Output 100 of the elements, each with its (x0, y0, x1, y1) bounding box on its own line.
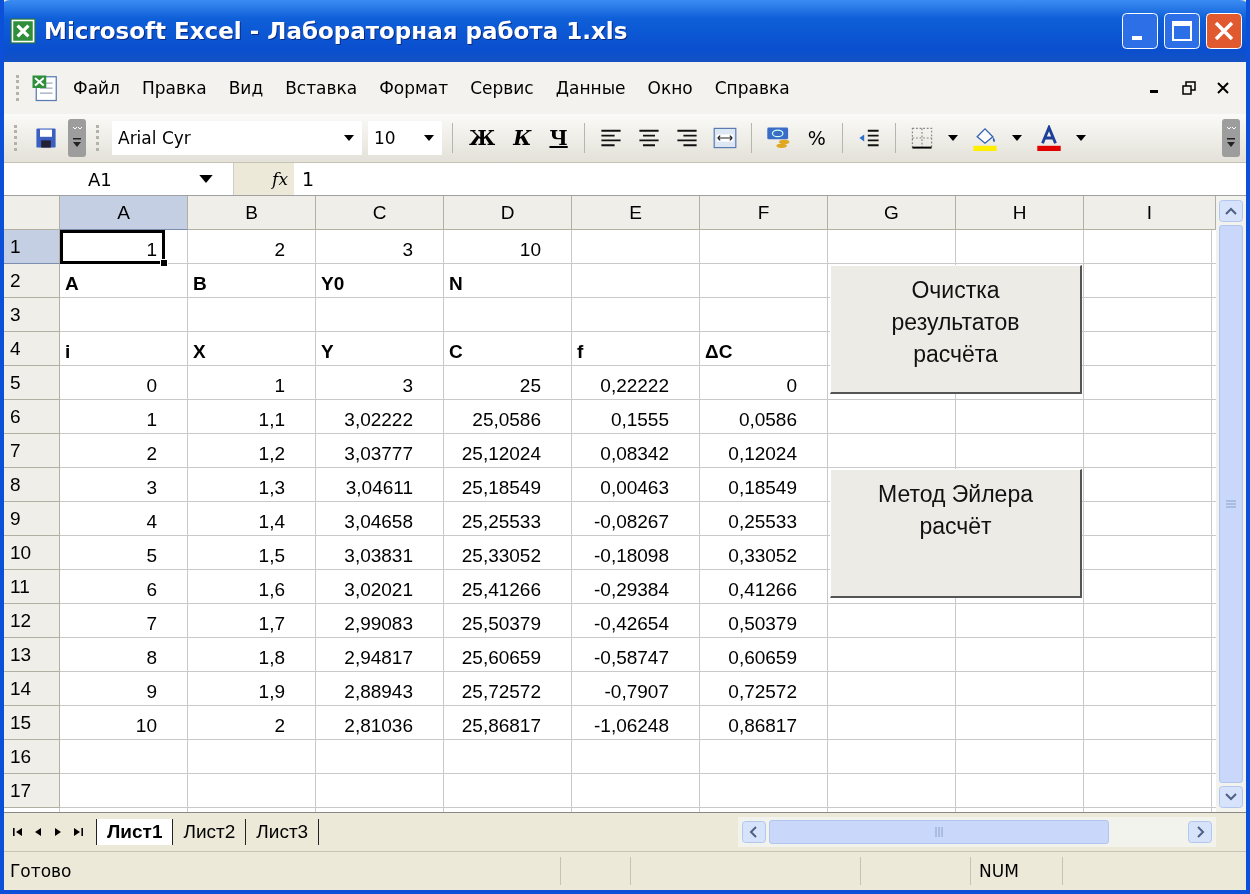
table-cell-text: -0,42654 (593, 612, 670, 636)
table-cell-text: 0,18549 (727, 476, 798, 500)
maximize-button[interactable] (1164, 13, 1200, 49)
table-cell-text: 3 (401, 238, 414, 262)
table-cell-text: 0,50379 (727, 612, 798, 636)
toolbar-options-icon[interactable] (1222, 119, 1240, 157)
row-header[interactable]: 12 (4, 604, 60, 638)
table-cell-text: 25,72572 (460, 680, 542, 704)
dropdown-icon[interactable] (199, 175, 213, 183)
fill-color-icon[interactable] (971, 125, 998, 151)
row-header[interactable]: 10 (4, 536, 60, 570)
caret-icon[interactable] (1011, 135, 1022, 141)
row-header[interactable]: 2 (4, 264, 60, 298)
scroll-down-icon[interactable] (1219, 786, 1243, 808)
dropdown-icon[interactable] (424, 135, 434, 141)
close-icon[interactable] (1216, 81, 1230, 95)
caret-icon[interactable] (1075, 135, 1086, 141)
menu-item[interactable]: Вид (219, 76, 273, 100)
minimize-button[interactable] (1122, 13, 1158, 49)
save-icon[interactable] (34, 126, 58, 150)
table-cell-text: 4 (145, 510, 158, 534)
row-header[interactable]: 11 (4, 570, 60, 604)
column-header[interactable]: I (1084, 196, 1216, 230)
font-color-icon[interactable] (1035, 125, 1062, 151)
percent-button[interactable]: % (801, 127, 832, 149)
scroll-up-icon[interactable] (1219, 200, 1243, 222)
column-header[interactable]: H (956, 196, 1084, 230)
column-header[interactable]: A (60, 196, 188, 230)
font-size-field[interactable]: 10 (368, 121, 442, 155)
caret-icon[interactable] (947, 135, 958, 141)
sheet-tab[interactable]: Лист1 (96, 819, 174, 845)
menu-item[interactable]: Сервис (461, 76, 543, 100)
scrollbar-thumb[interactable] (769, 820, 1109, 844)
row-header[interactable]: 5 (4, 366, 60, 400)
table-cell-text: 25,18549 (460, 476, 542, 500)
menu-item[interactable]: Вставка (276, 76, 367, 100)
row-header[interactable]: 7 (4, 434, 60, 468)
table-cell-text: B (192, 272, 208, 296)
table-cell-text: 1,1 (257, 408, 286, 432)
table-cell-text: -0,08267 (593, 510, 670, 534)
table-cell-text: 1,3 (257, 476, 286, 500)
row-header[interactable]: 9 (4, 502, 60, 536)
scrollbar-thumb[interactable] (1219, 225, 1243, 783)
row-header[interactable]: 1 (4, 230, 60, 264)
borders-icon[interactable] (909, 126, 934, 150)
currency-icon[interactable] (765, 125, 792, 151)
function-button[interactable]: fx (234, 163, 294, 195)
menu-item[interactable]: Окно (638, 76, 702, 100)
italic-button[interactable]: К (507, 126, 538, 150)
underline-button[interactable]: Ч (543, 126, 574, 150)
menu-item[interactable]: Файл (64, 76, 129, 100)
row-header[interactable]: 17 (4, 774, 60, 808)
table-cell-text: -0,18098 (593, 544, 670, 568)
table-cell-text: f (576, 340, 585, 364)
column-header[interactable]: E (572, 196, 700, 230)
row-header[interactable]: 3 (4, 298, 60, 332)
merge-cells-icon[interactable] (712, 126, 737, 150)
table-cell-text: X (192, 340, 207, 364)
row-header[interactable]: 6 (4, 400, 60, 434)
font-field[interactable]: Arial Cyr (112, 121, 362, 155)
column-header[interactable]: C (316, 196, 444, 230)
sheet-button[interactable]: Очистка результатов расчёта (830, 265, 1082, 394)
formula-field[interactable]: 1 (294, 163, 1246, 195)
table-cell-text: 3,04611 (344, 476, 414, 500)
column-header[interactable]: D (444, 196, 572, 230)
menu-item[interactable]: Справка (705, 76, 799, 100)
table-cell-text: 25,50379 (460, 612, 542, 636)
scroll-left-icon[interactable] (742, 821, 766, 843)
menu-item[interactable]: Формат (370, 76, 458, 100)
row-header[interactable]: 4 (4, 332, 60, 366)
table-cell-text: 3 (401, 374, 414, 398)
table-cell-text: 25,33052 (460, 544, 542, 568)
table-cell-text: 0,33052 (727, 544, 798, 568)
sheet-button[interactable]: Метод Эйлера расчёт (830, 469, 1082, 598)
column-header[interactable]: G (828, 196, 956, 230)
row-header[interactable]: 15 (4, 706, 60, 740)
scroll-right-icon[interactable] (1188, 821, 1212, 843)
dropdown-icon[interactable] (344, 135, 354, 141)
row-header[interactable]: 8 (4, 468, 60, 502)
table-cell-text: 1 (145, 408, 158, 432)
table-cell-text: 3 (145, 476, 158, 500)
table-cell-text: 1,6 (257, 578, 286, 602)
row-header[interactable]: 14 (4, 672, 60, 706)
first-sheet-icon[interactable] (12, 826, 24, 838)
column-header[interactable]: F (700, 196, 828, 230)
restore-icon[interactable] (1182, 81, 1196, 95)
menu-item[interactable]: Данные (546, 76, 635, 100)
toolbar-options-icon[interactable] (68, 119, 86, 157)
row-header[interactable]: 16 (4, 740, 60, 774)
table-cell-text: 25,0586 (471, 408, 542, 432)
menu-item[interactable]: Правка (132, 76, 216, 100)
table-cell-text: 0,0586 (737, 408, 798, 432)
bold-button[interactable]: Ж (463, 126, 502, 150)
close-button[interactable] (1206, 13, 1242, 49)
workbook-icon[interactable] (30, 73, 60, 103)
table-cell-text: 0 (785, 374, 798, 398)
row-header[interactable]: 13 (4, 638, 60, 672)
last-sheet-icon[interactable] (72, 826, 84, 838)
column-header[interactable]: B (188, 196, 316, 230)
table-cell-text: 1 (273, 374, 286, 398)
